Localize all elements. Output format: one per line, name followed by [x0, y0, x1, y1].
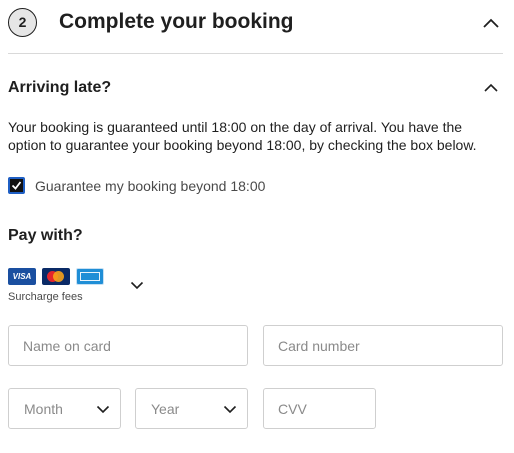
pay-with-title: Pay with? [8, 227, 83, 244]
collapse-section-chevron-up-icon[interactable] [482, 17, 500, 29]
arriving-late-title: Arriving late? [8, 79, 112, 96]
amex-card-mark [80, 272, 100, 281]
month-chevron-down-icon [96, 405, 110, 414]
surcharge-fees-label: Surcharge fees [8, 291, 83, 303]
checkmark-icon [11, 181, 22, 190]
guarantee-late-checkbox[interactable] [8, 177, 25, 194]
name-on-card-field[interactable] [8, 325, 248, 366]
mastercard-yellow-circle [53, 271, 64, 282]
booking-section-header[interactable]: 2 Complete your booking [0, 0, 514, 48]
section-divider [8, 53, 503, 54]
card-number-field[interactable] [263, 325, 503, 366]
mastercard-card-icon [42, 268, 70, 285]
month-select[interactable]: Month [8, 388, 121, 429]
section-title: Complete your booking [59, 10, 294, 33]
guarantee-late-label[interactable]: Guarantee my booking beyond 18:00 [35, 177, 265, 195]
year-chevron-down-icon [223, 405, 237, 414]
year-select[interactable]: Year [135, 388, 248, 429]
month-select-label: Month [24, 401, 63, 417]
name-on-card-input[interactable] [9, 326, 247, 365]
surcharge-expand-chevron-down-icon[interactable] [130, 281, 144, 290]
amex-card-icon [76, 268, 104, 285]
cvv-field[interactable] [263, 388, 376, 429]
visa-card-icon: VISA [8, 268, 36, 285]
card-number-input[interactable] [264, 326, 502, 365]
step-number-badge: 2 [8, 8, 37, 37]
cvv-input[interactable] [264, 389, 375, 428]
year-select-label: Year [151, 401, 180, 417]
collapse-arriving-late-chevron-up-icon[interactable] [482, 82, 500, 94]
arriving-late-description: Your booking is guaranteed until 18:00 o… [8, 119, 477, 153]
